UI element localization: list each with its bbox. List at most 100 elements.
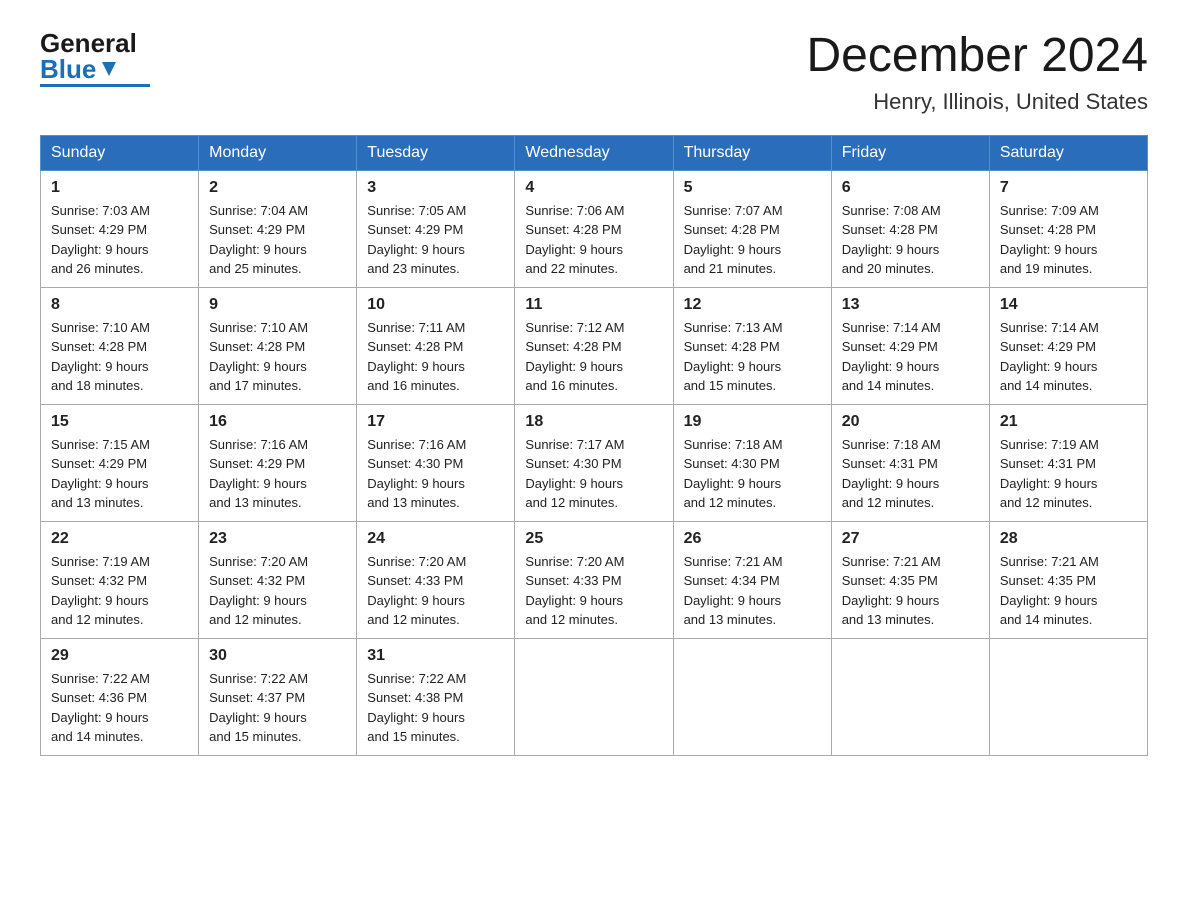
day-of-week-header: Monday (199, 135, 357, 170)
calendar-day-cell: 5 Sunrise: 7:07 AM Sunset: 4:28 PM Dayli… (673, 170, 831, 287)
day-number: 9 (209, 296, 346, 314)
day-info: Sunrise: 7:14 AM Sunset: 4:29 PM Dayligh… (842, 318, 979, 396)
day-info: Sunrise: 7:17 AM Sunset: 4:30 PM Dayligh… (525, 435, 662, 513)
day-info: Sunrise: 7:14 AM Sunset: 4:29 PM Dayligh… (1000, 318, 1137, 396)
day-info: Sunrise: 7:16 AM Sunset: 4:30 PM Dayligh… (367, 435, 504, 513)
day-of-week-header: Sunday (41, 135, 199, 170)
day-number: 3 (367, 179, 504, 197)
calendar-week-row: 8 Sunrise: 7:10 AM Sunset: 4:28 PM Dayli… (41, 287, 1148, 404)
calendar-header: SundayMondayTuesdayWednesdayThursdayFrid… (41, 135, 1148, 170)
calendar-day-cell: 23 Sunrise: 7:20 AM Sunset: 4:32 PM Dayl… (199, 521, 357, 638)
calendar-day-cell: 17 Sunrise: 7:16 AM Sunset: 4:30 PM Dayl… (357, 404, 515, 521)
day-info: Sunrise: 7:18 AM Sunset: 4:31 PM Dayligh… (842, 435, 979, 513)
day-info: Sunrise: 7:07 AM Sunset: 4:28 PM Dayligh… (684, 201, 821, 279)
day-of-week-header: Friday (831, 135, 989, 170)
day-info: Sunrise: 7:16 AM Sunset: 4:29 PM Dayligh… (209, 435, 346, 513)
day-info: Sunrise: 7:20 AM Sunset: 4:33 PM Dayligh… (525, 552, 662, 630)
calendar-body: 1 Sunrise: 7:03 AM Sunset: 4:29 PM Dayli… (41, 170, 1148, 755)
day-number: 18 (525, 413, 662, 431)
calendar-day-cell (673, 638, 831, 755)
day-of-week-header: Thursday (673, 135, 831, 170)
day-number: 6 (842, 179, 979, 197)
day-number: 1 (51, 179, 188, 197)
day-info: Sunrise: 7:06 AM Sunset: 4:28 PM Dayligh… (525, 201, 662, 279)
calendar-day-cell: 3 Sunrise: 7:05 AM Sunset: 4:29 PM Dayli… (357, 170, 515, 287)
calendar-day-cell: 6 Sunrise: 7:08 AM Sunset: 4:28 PM Dayli… (831, 170, 989, 287)
calendar-day-cell: 9 Sunrise: 7:10 AM Sunset: 4:28 PM Dayli… (199, 287, 357, 404)
calendar-day-cell: 12 Sunrise: 7:13 AM Sunset: 4:28 PM Dayl… (673, 287, 831, 404)
day-number: 8 (51, 296, 188, 314)
day-info: Sunrise: 7:08 AM Sunset: 4:28 PM Dayligh… (842, 201, 979, 279)
day-info: Sunrise: 7:12 AM Sunset: 4:28 PM Dayligh… (525, 318, 662, 396)
calendar-day-cell: 14 Sunrise: 7:14 AM Sunset: 4:29 PM Dayl… (989, 287, 1147, 404)
day-number: 15 (51, 413, 188, 431)
day-info: Sunrise: 7:20 AM Sunset: 4:33 PM Dayligh… (367, 552, 504, 630)
calendar-day-cell: 31 Sunrise: 7:22 AM Sunset: 4:38 PM Dayl… (357, 638, 515, 755)
calendar-day-cell: 25 Sunrise: 7:20 AM Sunset: 4:33 PM Dayl… (515, 521, 673, 638)
day-number: 19 (684, 413, 821, 431)
day-number: 20 (842, 413, 979, 431)
day-number: 16 (209, 413, 346, 431)
calendar-day-cell: 24 Sunrise: 7:20 AM Sunset: 4:33 PM Dayl… (357, 521, 515, 638)
day-info: Sunrise: 7:10 AM Sunset: 4:28 PM Dayligh… (209, 318, 346, 396)
day-number: 17 (367, 413, 504, 431)
day-info: Sunrise: 7:18 AM Sunset: 4:30 PM Dayligh… (684, 435, 821, 513)
day-number: 2 (209, 179, 346, 197)
calendar-day-cell: 20 Sunrise: 7:18 AM Sunset: 4:31 PM Dayl… (831, 404, 989, 521)
calendar-week-row: 22 Sunrise: 7:19 AM Sunset: 4:32 PM Dayl… (41, 521, 1148, 638)
day-info: Sunrise: 7:03 AM Sunset: 4:29 PM Dayligh… (51, 201, 188, 279)
calendar-day-cell: 11 Sunrise: 7:12 AM Sunset: 4:28 PM Dayl… (515, 287, 673, 404)
day-number: 5 (684, 179, 821, 197)
day-of-week-header: Wednesday (515, 135, 673, 170)
day-info: Sunrise: 7:10 AM Sunset: 4:28 PM Dayligh… (51, 318, 188, 396)
day-number: 24 (367, 530, 504, 548)
day-number: 4 (525, 179, 662, 197)
day-number: 7 (1000, 179, 1137, 197)
logo: General Blue (40, 30, 150, 87)
calendar-week-row: 15 Sunrise: 7:15 AM Sunset: 4:29 PM Dayl… (41, 404, 1148, 521)
calendar-day-cell: 21 Sunrise: 7:19 AM Sunset: 4:31 PM Dayl… (989, 404, 1147, 521)
day-info: Sunrise: 7:09 AM Sunset: 4:28 PM Dayligh… (1000, 201, 1137, 279)
day-headers-row: SundayMondayTuesdayWednesdayThursdayFrid… (41, 135, 1148, 170)
day-of-week-header: Saturday (989, 135, 1147, 170)
day-info: Sunrise: 7:21 AM Sunset: 4:35 PM Dayligh… (842, 552, 979, 630)
day-info: Sunrise: 7:22 AM Sunset: 4:36 PM Dayligh… (51, 669, 188, 747)
calendar-day-cell: 16 Sunrise: 7:16 AM Sunset: 4:29 PM Dayl… (199, 404, 357, 521)
day-info: Sunrise: 7:19 AM Sunset: 4:32 PM Dayligh… (51, 552, 188, 630)
day-number: 13 (842, 296, 979, 314)
day-number: 29 (51, 647, 188, 665)
day-info: Sunrise: 7:13 AM Sunset: 4:28 PM Dayligh… (684, 318, 821, 396)
day-number: 12 (684, 296, 821, 314)
day-number: 30 (209, 647, 346, 665)
calendar-day-cell (515, 638, 673, 755)
day-number: 22 (51, 530, 188, 548)
day-info: Sunrise: 7:04 AM Sunset: 4:29 PM Dayligh… (209, 201, 346, 279)
day-number: 26 (684, 530, 821, 548)
calendar-day-cell: 8 Sunrise: 7:10 AM Sunset: 4:28 PM Dayli… (41, 287, 199, 404)
logo-underline (40, 84, 150, 87)
calendar-day-cell: 18 Sunrise: 7:17 AM Sunset: 4:30 PM Dayl… (515, 404, 673, 521)
calendar-day-cell: 22 Sunrise: 7:19 AM Sunset: 4:32 PM Dayl… (41, 521, 199, 638)
calendar-week-row: 1 Sunrise: 7:03 AM Sunset: 4:29 PM Dayli… (41, 170, 1148, 287)
calendar-title: December 2024 (806, 30, 1148, 83)
page-header: General Blue December 2024 Henry, Illino… (40, 30, 1148, 115)
day-info: Sunrise: 7:21 AM Sunset: 4:34 PM Dayligh… (684, 552, 821, 630)
calendar-day-cell: 29 Sunrise: 7:22 AM Sunset: 4:36 PM Dayl… (41, 638, 199, 755)
calendar-day-cell: 13 Sunrise: 7:14 AM Sunset: 4:29 PM Dayl… (831, 287, 989, 404)
day-number: 28 (1000, 530, 1137, 548)
calendar-day-cell: 27 Sunrise: 7:21 AM Sunset: 4:35 PM Dayl… (831, 521, 989, 638)
calendar-day-cell: 4 Sunrise: 7:06 AM Sunset: 4:28 PM Dayli… (515, 170, 673, 287)
calendar-day-cell: 26 Sunrise: 7:21 AM Sunset: 4:34 PM Dayl… (673, 521, 831, 638)
calendar-table: SundayMondayTuesdayWednesdayThursdayFrid… (40, 135, 1148, 756)
day-number: 11 (525, 296, 662, 314)
calendar-day-cell: 19 Sunrise: 7:18 AM Sunset: 4:30 PM Dayl… (673, 404, 831, 521)
logo-general-text: General (40, 30, 137, 56)
day-info: Sunrise: 7:05 AM Sunset: 4:29 PM Dayligh… (367, 201, 504, 279)
day-number: 23 (209, 530, 346, 548)
day-info: Sunrise: 7:20 AM Sunset: 4:32 PM Dayligh… (209, 552, 346, 630)
day-number: 25 (525, 530, 662, 548)
logo-arrow-icon (98, 58, 120, 80)
calendar-day-cell: 30 Sunrise: 7:22 AM Sunset: 4:37 PM Dayl… (199, 638, 357, 755)
day-number: 31 (367, 647, 504, 665)
logo-blue-text: Blue (40, 56, 96, 82)
